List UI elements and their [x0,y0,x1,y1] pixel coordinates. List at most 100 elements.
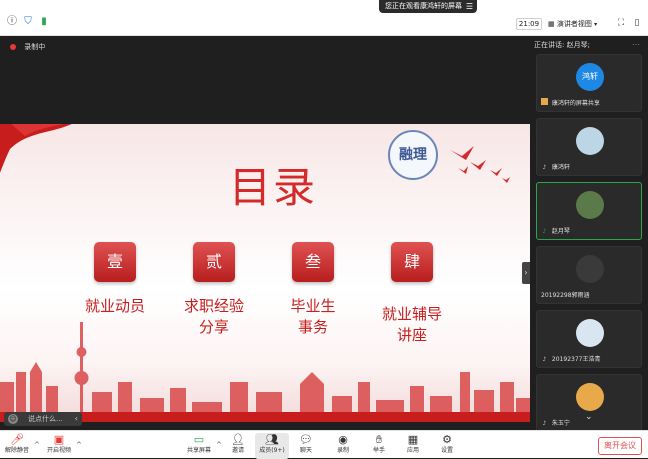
chat-icon: 💬︎ [299,433,313,446]
panel-collapse-button[interactable]: › [522,262,530,284]
chat-avatar-icon: ☺ [8,414,18,424]
video-label: 开启视频 [46,447,71,454]
avatar [576,255,604,283]
panel-more-icon[interactable]: ⋯ [632,40,642,49]
invite-button[interactable]: 👤︎ 邀请 [221,433,255,459]
mic-active-icon: ♪ [542,228,547,235]
sidebar-toggle-icon[interactable]: ▯ [632,18,642,28]
mute-label: 解除静音 [4,447,29,454]
settings-button[interactable]: ⚙ 设置 [430,433,464,459]
apps-label: 应用 [406,447,419,454]
recording-indicator: 录制中 [10,42,45,52]
bottom-toolbar: 🎤︎ 解除静音 ^ ▣ 开启视频 ^ ▭ 共享屏幕 ^ 👤︎ 邀请 👥︎ 成员(… [0,430,648,459]
avatar [576,191,604,219]
participant-tile[interactable]: ♪ 朱玉宁 [536,374,642,432]
record-label: 录制 [336,447,349,454]
ribbon-decoration [0,124,72,173]
avatar [576,319,604,347]
avatar [576,383,604,411]
numeral-tile-4: 肆 [391,242,433,282]
view-mode-label: 演讲者视图 [556,20,592,28]
university-logo: 融理 [388,130,438,180]
share-screen-icon: ▭ [193,433,205,446]
menu-icon[interactable]: ☰ [466,0,473,13]
mic-muted-icon: ♪ [542,164,547,171]
members-icon: 👥︎ [265,433,279,446]
hand-icon: ✋︎ [375,433,383,446]
video-button[interactable]: ▣ 开启视频 [42,433,76,459]
apps-icon: ▦ [407,433,419,446]
chevron-down-icon: ▾ [594,21,598,28]
participant-tile[interactable]: ♪ 20192377王浩青 [536,310,642,368]
chat-button[interactable]: 💬︎ 聊天 [289,433,323,459]
chat-placeholder: 说点什么... [28,415,63,423]
numeral-tile-2: 贰 [193,242,235,282]
grid-icon: ▦ [548,20,555,28]
scroll-down-icon[interactable]: ⌄ [585,412,593,422]
members-label: 成员(9+) [259,447,285,454]
participant-name: ♪ 康鸿轩 [541,164,570,172]
birds-decoration [450,146,510,183]
mic-muted-icon: ♪ [542,420,547,427]
numeral-tile-3: 叁 [292,242,334,282]
share-banner-text: 您正在观看康鸿轩的屏幕 [385,2,462,10]
city-skyline-illustration [0,322,530,422]
mute-button[interactable]: 🎤︎ 解除静音 [0,433,34,459]
share-screen-button[interactable]: ▭ 共享屏幕 [182,433,216,459]
participant-tile[interactable]: 20192298郭雨涵 [536,246,642,304]
avatar [576,127,604,155]
fullscreen-icon[interactable]: ⛶ [616,18,626,28]
invite-icon: 👤︎ [231,433,245,446]
participant-name-text: 康鸿轩 [551,164,570,171]
share-banner: 您正在观看康鸿轩的屏幕 ☰ [379,0,477,13]
top-bar: ⓘ ⛉ ▮ 您正在观看康鸿轩的屏幕 ☰ 21:09 ▦ 演讲者视图 ▾ ⛶ ▯ [0,0,648,36]
participant-name: 康鸿轩的屏幕共享 [541,98,600,108]
raise-hand-label: 举手 [372,447,385,454]
record-dot-icon [10,44,16,50]
speaking-indicator: 正在讲话: 赵月琴; [534,41,590,49]
shield-icon[interactable]: ⛉ [22,16,34,28]
participant-name-text: 20192377王浩青 [551,356,601,363]
main-view: 录制中 融理 目录 壹 贰 叁 肆 就业动员 求职经验 分享 毕业生 事务 就业… [0,36,530,430]
gear-icon: ⚙ [442,433,452,446]
participant-name: ♪ 20192377王浩青 [541,356,601,364]
numeral-tile-1: 壹 [94,242,136,282]
chat-label: 聊天 [299,447,312,454]
participant-name-text: 朱玉宁 [551,420,570,427]
record-button[interactable]: ◉ 录制 [326,433,360,459]
participant-tile[interactable]: 鸿轩 康鸿轩的屏幕共享 [536,54,642,112]
participant-name: ♪ 朱玉宁 [541,420,570,428]
participant-name-text: 赵月琴 [551,228,570,235]
participant-name-text: 20192298郭雨涵 [541,292,590,299]
raise-hand-button[interactable]: ✋︎ 举手 [362,433,396,459]
chevron-left-icon[interactable]: ‹ [75,413,78,425]
apps-button[interactable]: ▦ 应用 [396,433,430,459]
record-icon: ◉ [338,433,348,446]
invite-label: 邀请 [231,447,244,454]
recording-label: 录制中 [24,43,46,51]
chat-input-bar[interactable]: ☺ 说点什么... ‹ [4,412,82,426]
participant-name-text: 康鸿轩的屏幕共享 [551,100,600,107]
mic-off-icon: 🎤︎ [10,433,24,446]
participant-tile[interactable]: ♪ 康鸿轩 [536,118,642,176]
mic-muted-icon: ♪ [542,356,547,363]
participant-name: ♪ 赵月琴 [541,228,570,236]
slide-title: 目录 [228,163,317,212]
avatar: 鸿轩 [576,63,604,91]
shared-slide: 融理 目录 壹 贰 叁 肆 就业动员 求职经验 分享 毕业生 事务 就业辅导 讲… [0,124,530,422]
participants-panel: 正在讲话: 赵月琴; ⋯ 鸿轩 康鸿轩的屏幕共享 ♪ 康鸿轩 ♪ 赵月琴 201… [530,36,648,432]
participant-tile-active[interactable]: ♪ 赵月琴 [536,182,642,240]
members-button[interactable]: 👥︎ 成员(9+) [255,433,289,459]
info-icon[interactable]: ⓘ [6,16,18,28]
view-mode-button[interactable]: ▦ 演讲者视图 ▾ [548,18,610,30]
video-off-icon: ▣ [53,433,65,446]
meeting-time: 21:09 [516,18,542,30]
settings-label: 设置 [440,447,453,454]
leave-meeting-button[interactable]: 离开会议 [598,437,642,455]
share-label: 共享屏幕 [186,447,211,454]
screen-share-icon [541,98,548,105]
chevron-up-icon[interactable]: ^ [76,441,82,449]
participant-name: 20192298郭雨涵 [541,292,590,300]
signal-icon[interactable]: ▮ [38,16,50,28]
chevron-up-icon[interactable]: ^ [34,441,40,449]
